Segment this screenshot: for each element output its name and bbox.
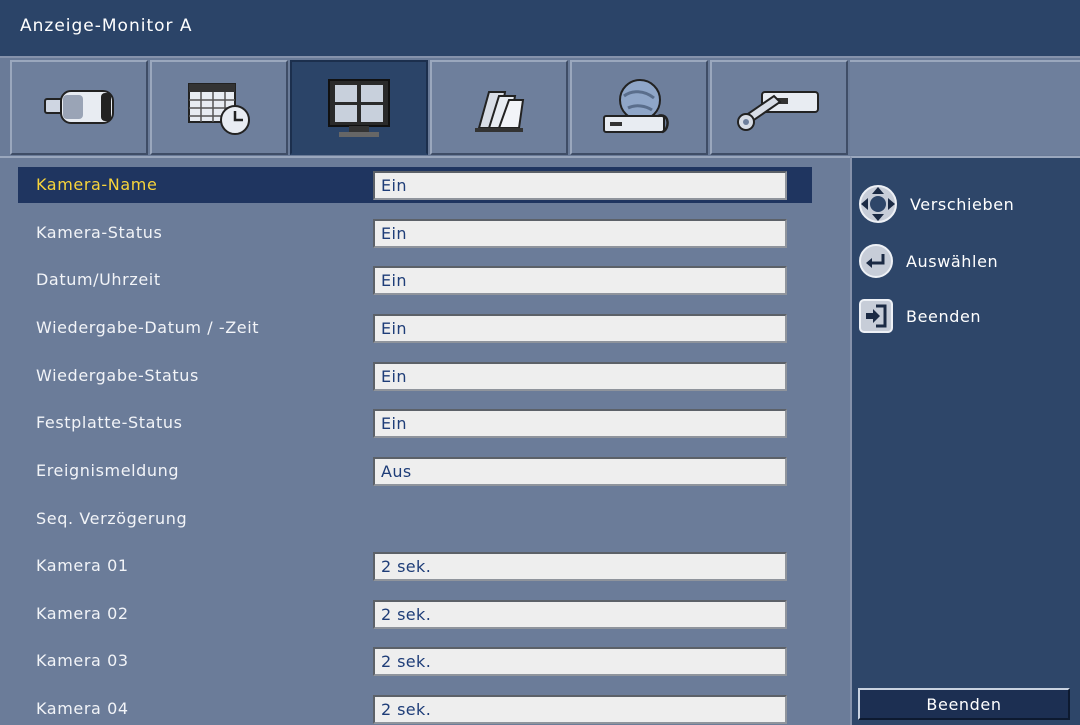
network-icon xyxy=(603,78,669,133)
setting-row-camera-01[interactable]: Kamera 01 2 sek. xyxy=(18,548,812,584)
setting-row-camera-02[interactable]: Kamera 02 2 sek. xyxy=(18,596,812,632)
settings-panel: Kamera-Name Ein Kamera-Status Ein Datum/… xyxy=(0,156,850,725)
setting-label: Kamera 04 xyxy=(36,699,129,718)
setting-value-field[interactable]: Ein xyxy=(373,266,787,295)
setting-value-field[interactable]: Ein xyxy=(373,362,787,391)
hint-select-label: Auswählen xyxy=(906,251,999,271)
setting-label: Kamera-Status xyxy=(36,223,163,242)
setting-row-camera-04[interactable]: Kamera 04 2 sek. xyxy=(18,691,812,725)
setting-row-camera-status[interactable]: Kamera-Status Ein xyxy=(18,215,812,251)
setting-value-field[interactable]: Ein xyxy=(373,314,787,343)
setting-label: Ereignismeldung xyxy=(36,461,180,480)
direction-pad-icon xyxy=(859,185,897,223)
setting-row-date-time[interactable]: Datum/Uhrzeit Ein xyxy=(18,262,812,298)
setting-label: Wiedergabe-Status xyxy=(36,366,199,385)
setting-value-field[interactable]: 2 sek. xyxy=(373,695,787,724)
setting-row-playback-date-time[interactable]: Wiedergabe-Datum / -Zeit Ein xyxy=(18,310,812,346)
setting-label: Festplatte-Status xyxy=(36,413,183,432)
setting-row-camera-name[interactable]: Kamera-Name Ein xyxy=(18,167,812,203)
tab-monitor[interactable] xyxy=(290,60,428,155)
setting-row-camera-03[interactable]: Kamera 03 2 sek. xyxy=(18,643,812,679)
hint-exit-label: Beenden xyxy=(906,306,982,326)
setting-label: Wiedergabe-Datum / -Zeit xyxy=(36,318,260,337)
enter-icon xyxy=(859,244,893,278)
tab-schedule[interactable] xyxy=(150,60,288,155)
exit-icon xyxy=(859,299,893,333)
setting-value-field[interactable]: 2 sek. xyxy=(373,647,787,676)
setting-label: Kamera 01 xyxy=(36,556,129,575)
exit-button[interactable]: Beenden xyxy=(858,688,1070,720)
tab-bar-filler xyxy=(850,60,1080,155)
hint-exit: Beenden xyxy=(858,298,981,334)
setting-value-field[interactable]: Aus xyxy=(373,457,787,486)
setting-row-hdd-status[interactable]: Festplatte-Status Ein xyxy=(18,405,812,441)
hint-move: Verschieben xyxy=(858,184,1014,224)
setting-row-playback-status[interactable]: Wiedergabe-Status Ein xyxy=(18,358,812,394)
help-panel: Verschieben Auswählen Beenden xyxy=(850,156,1080,725)
alarm-icon xyxy=(475,90,525,132)
system-tools-icon xyxy=(737,90,819,131)
tab-camera[interactable] xyxy=(10,60,148,155)
setting-row-event-message[interactable]: Ereignismeldung Aus xyxy=(18,453,812,489)
hint-move-label: Verschieben xyxy=(910,194,1015,214)
window-title: Anzeige-Monitor A xyxy=(20,16,193,36)
tab-system[interactable] xyxy=(710,60,848,155)
hint-select: Auswählen xyxy=(858,243,998,279)
tab-network[interactable] xyxy=(570,60,708,155)
sequence-delay-heading-row: Seq. Verzögerung xyxy=(18,501,812,537)
sequence-delay-heading: Seq. Verzögerung xyxy=(36,509,188,528)
setting-value-field[interactable]: 2 sek. xyxy=(373,552,787,581)
setting-label: Kamera 03 xyxy=(36,651,129,670)
setting-label: Kamera-Name xyxy=(36,175,158,194)
setting-label: Datum/Uhrzeit xyxy=(36,270,161,289)
camera-icon xyxy=(44,89,114,124)
title-bar: Anzeige-Monitor A xyxy=(0,0,1080,58)
monitor-icon xyxy=(328,78,390,137)
schedule-icon xyxy=(188,82,250,135)
tab-alarm[interactable] xyxy=(430,60,568,155)
setting-value-field[interactable]: Ein xyxy=(373,409,787,438)
setting-value-field[interactable]: 2 sek. xyxy=(373,600,787,629)
setting-value-field[interactable]: Ein xyxy=(373,171,787,200)
setting-value-field[interactable]: Ein xyxy=(373,219,787,248)
tab-bar xyxy=(0,58,1080,156)
setting-label: Kamera 02 xyxy=(36,604,129,623)
